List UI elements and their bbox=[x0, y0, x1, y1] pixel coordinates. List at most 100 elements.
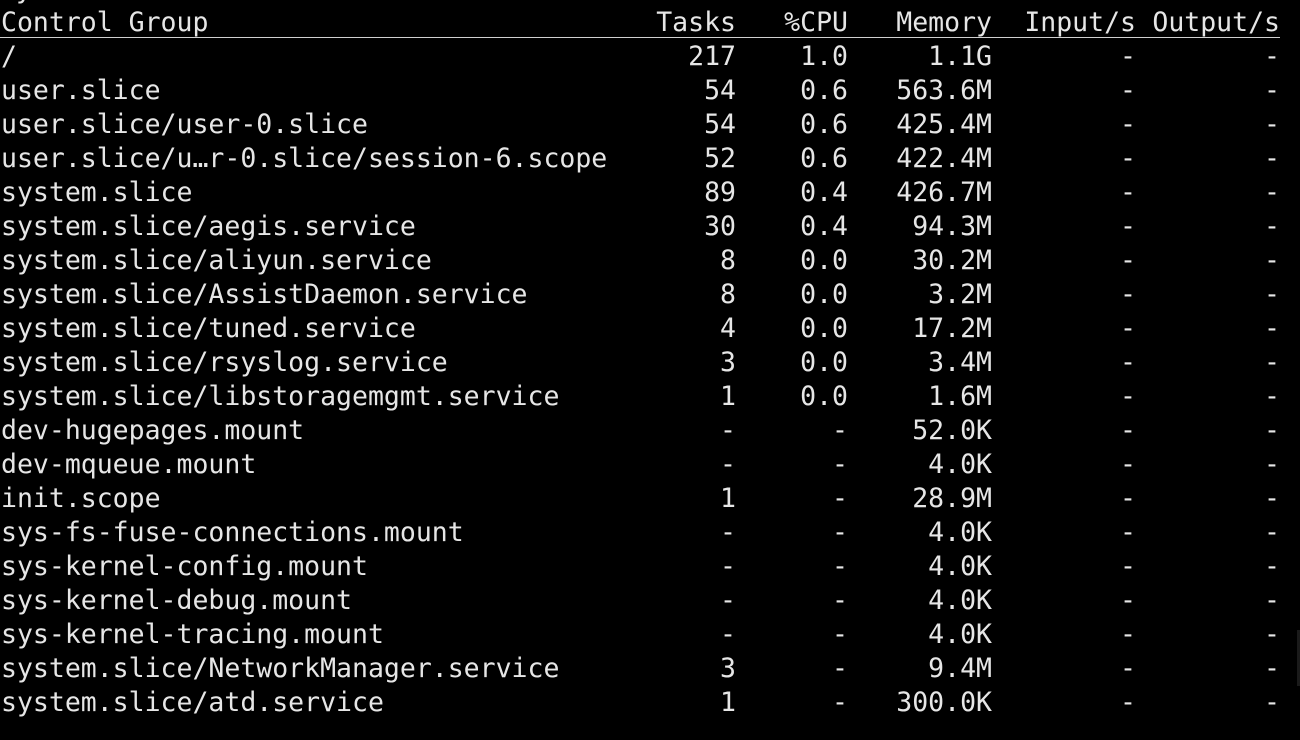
cell-control-group: system.slice/aegis.service bbox=[1, 211, 416, 242]
cell-memory: 30.2M bbox=[912, 245, 992, 276]
cell-input: - bbox=[1120, 687, 1136, 718]
cell-control-group: init.scope bbox=[1, 483, 161, 514]
cell-control-group: user.slice bbox=[1, 75, 161, 106]
cell-input: - bbox=[1120, 245, 1136, 276]
header-output: Output/s bbox=[1152, 7, 1280, 38]
cell-tasks: - bbox=[720, 415, 736, 446]
cell-cpu: 0.0 bbox=[800, 245, 848, 276]
cell-memory: 94.3M bbox=[912, 211, 992, 242]
cell-input: - bbox=[1120, 619, 1136, 650]
cell-output: - bbox=[1264, 313, 1280, 344]
header-underline bbox=[0, 37, 1280, 38]
cell-output: - bbox=[1264, 653, 1280, 684]
cell-input: - bbox=[1120, 653, 1136, 684]
cell-cpu: 1.0 bbox=[800, 41, 848, 72]
cell-memory: 426.7M bbox=[896, 177, 992, 208]
cell-tasks: 54 bbox=[704, 109, 736, 140]
header-memory: Memory bbox=[896, 7, 992, 38]
cell-control-group: system.slice/rsyslog.service bbox=[1, 347, 448, 378]
table-row: sys-fs-fuse-connections.mount - - 4.0K - - bbox=[0, 516, 1300, 550]
cell-memory: 4.0K bbox=[928, 585, 992, 616]
cell-memory: 563.6M bbox=[896, 75, 992, 106]
table-row: user.slice/u…r-0.slice/session-6.scope 52… bbox=[0, 142, 1300, 176]
cell-output: - bbox=[1264, 381, 1280, 412]
cell-control-group: sys-fs-fuse-connections.mount bbox=[1, 517, 464, 548]
cell-memory: 1.1G bbox=[928, 41, 992, 72]
cell-control-group: system.slice/aliyun.service bbox=[1, 245, 432, 276]
cell-tasks: - bbox=[720, 449, 736, 480]
cell-cpu: - bbox=[832, 415, 848, 446]
cell-tasks: 8 bbox=[720, 245, 736, 276]
cell-cpu: 0.4 bbox=[800, 177, 848, 208]
cell-input: - bbox=[1120, 75, 1136, 106]
cell-output: - bbox=[1264, 109, 1280, 140]
table-row: / 217 1.0 1.1G - - bbox=[0, 40, 1300, 74]
table-row: sys-kernel-tracing.mount - - 4.0K - - bbox=[0, 618, 1300, 652]
cell-output: - bbox=[1264, 551, 1280, 582]
cell-input: - bbox=[1120, 517, 1136, 548]
cell-memory: 4.0K bbox=[928, 449, 992, 480]
table-header: Control Group Tasks %CPU Memory Input/s … bbox=[0, 6, 1300, 40]
cell-cpu: 0.4 bbox=[800, 211, 848, 242]
table-row: system.slice/NetworkManager.service 3 - 9.4… bbox=[0, 652, 1300, 686]
header-input: Input/s bbox=[1024, 7, 1136, 38]
cell-cpu: - bbox=[832, 653, 848, 684]
cell-cpu: 0.6 bbox=[800, 109, 848, 140]
cell-cpu: 0.0 bbox=[800, 279, 848, 310]
cell-control-group: dev-hugepages.mount bbox=[1, 415, 305, 446]
cell-memory: 422.4M bbox=[896, 143, 992, 174]
cell-cpu: - bbox=[832, 449, 848, 480]
cell-control-group: system.slice/NetworkManager.service bbox=[1, 653, 560, 684]
cell-cpu: - bbox=[832, 483, 848, 514]
cell-control-group: sys-kernel-config.mount bbox=[1, 551, 368, 582]
cell-output: - bbox=[1264, 517, 1280, 548]
cell-tasks: 3 bbox=[720, 347, 736, 378]
cell-control-group: user.slice/user-0.slice bbox=[1, 109, 368, 140]
cell-input: - bbox=[1120, 109, 1136, 140]
table-row: sys-kernel-debug.mount - - 4.0K - - bbox=[0, 584, 1300, 618]
cell-memory: 52.0K bbox=[912, 415, 992, 446]
cell-tasks: 52 bbox=[704, 143, 736, 174]
cell-input: - bbox=[1120, 347, 1136, 378]
table-row: system.slice/atd.service 1 - 300.0K - - bbox=[0, 686, 1300, 720]
cell-cpu: - bbox=[832, 517, 848, 548]
cell-output: - bbox=[1264, 75, 1280, 106]
cell-memory: 28.9M bbox=[912, 483, 992, 514]
cell-input: - bbox=[1120, 551, 1136, 582]
cell-input: - bbox=[1120, 381, 1136, 412]
cell-input: - bbox=[1120, 415, 1136, 446]
cell-output: - bbox=[1264, 245, 1280, 276]
cell-output: - bbox=[1264, 143, 1280, 174]
cell-output: - bbox=[1264, 687, 1280, 718]
cell-output: - bbox=[1264, 279, 1280, 310]
cell-control-group: system.slice/libstoragemgmt.service bbox=[1, 381, 560, 412]
cell-cpu: - bbox=[832, 687, 848, 718]
cell-memory: 300.0K bbox=[896, 687, 992, 718]
header-tasks: Tasks bbox=[656, 7, 736, 38]
table-row: system.slice/AssistDaemon.service 8 0.0 3.2… bbox=[0, 278, 1300, 312]
cell-input: - bbox=[1120, 143, 1136, 174]
cell-input: - bbox=[1120, 177, 1136, 208]
cell-tasks: 3 bbox=[720, 653, 736, 684]
cell-control-group: system.slice/atd.service bbox=[1, 687, 384, 718]
terminal-window[interactable]: sy Control Group Tasks %CPU Memory Input… bbox=[0, 0, 1300, 740]
header-cpu: %CPU bbox=[784, 7, 848, 38]
cell-output: - bbox=[1264, 483, 1280, 514]
table-row: system.slice 89 0.4 426.7M - - bbox=[0, 176, 1300, 210]
cell-output: - bbox=[1264, 347, 1280, 378]
cell-input: - bbox=[1120, 449, 1136, 480]
cell-input: - bbox=[1120, 585, 1136, 616]
cell-cpu: 0.6 bbox=[800, 75, 848, 106]
cell-tasks: - bbox=[720, 517, 736, 548]
table-row: system.slice/aegis.service 30 0.4 94.3M - - bbox=[0, 210, 1300, 244]
cell-memory: 1.6M bbox=[928, 381, 992, 412]
cell-input: - bbox=[1120, 279, 1136, 310]
cell-control-group: system.slice bbox=[1, 177, 193, 208]
cell-input: - bbox=[1120, 41, 1136, 72]
cell-tasks: 1 bbox=[720, 687, 736, 718]
cell-cpu: - bbox=[832, 585, 848, 616]
header-control-group: Control Group bbox=[1, 7, 209, 38]
cell-control-group: system.slice/tuned.service bbox=[1, 313, 416, 344]
cell-output: - bbox=[1264, 211, 1280, 242]
cell-memory: 9.4M bbox=[928, 653, 992, 684]
